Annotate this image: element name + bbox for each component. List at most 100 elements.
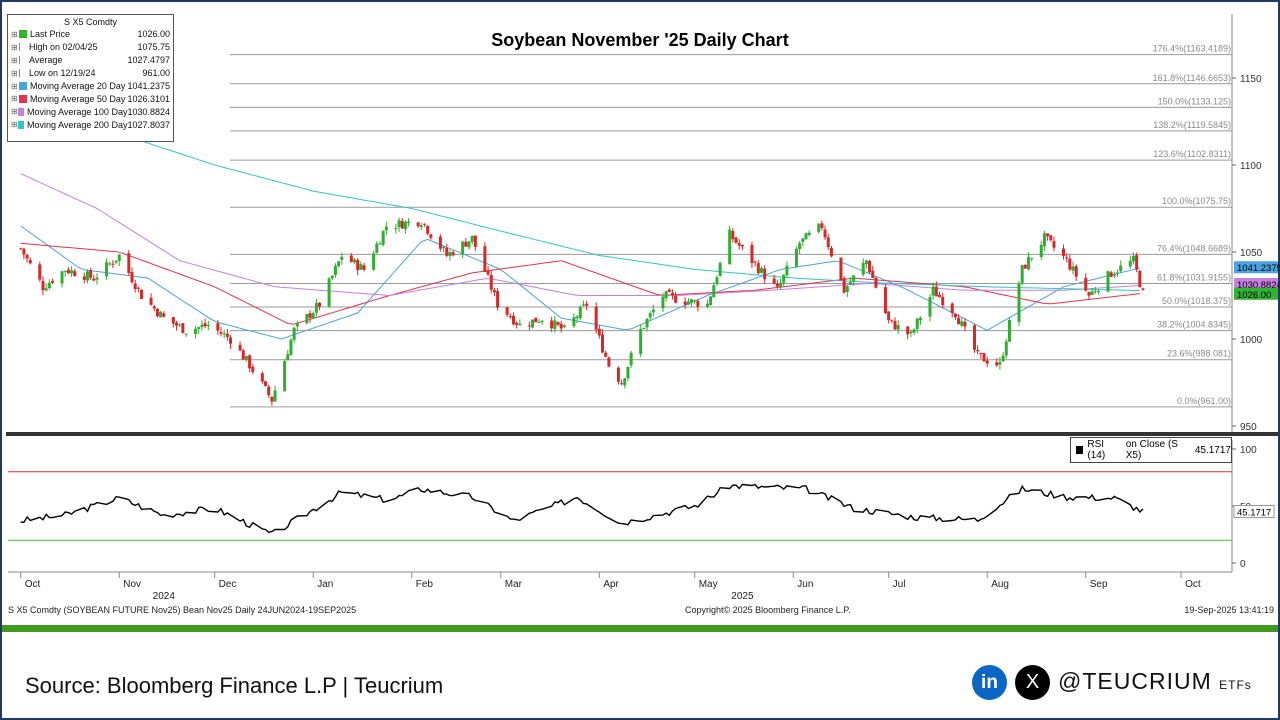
candle-body [473, 235, 477, 247]
candle-body [1071, 266, 1075, 271]
candle-body [92, 278, 96, 281]
fib-label: 76.4%(1048.6689) [1157, 243, 1231, 253]
candle-body [70, 270, 74, 274]
candle-body [607, 357, 611, 367]
month-label: Feb [416, 579, 434, 590]
candle-body [171, 317, 175, 324]
candle-body [985, 360, 989, 364]
fib-label: 100.0%(1075.75) [1162, 196, 1231, 206]
candle-body [438, 236, 442, 249]
legend-row[interactable]: ⊞ High on 02/04/25 1075.75 [11, 41, 170, 54]
candle-body [756, 263, 760, 274]
expand-icon[interactable]: ⊞ [11, 43, 19, 52]
price-tags: 1041.23751030.88241026.00 [1234, 261, 1280, 301]
candle-body [982, 353, 986, 362]
legend-value: 1026.00 [137, 29, 170, 40]
legend-row[interactable]: ⊞ Moving Average 50 Day 1026.3101 [11, 92, 170, 105]
candle-body [931, 286, 935, 296]
candle-body [807, 232, 811, 236]
candle-body [556, 322, 560, 325]
teucrium-handle[interactable]: @TEUCRIUM ETFs [1058, 668, 1252, 695]
expand-icon[interactable]: ⊞ [11, 69, 19, 78]
candle-body [1017, 283, 1021, 322]
expand-icon[interactable]: ⊞ [11, 82, 19, 91]
linkedin-icon[interactable]: in [972, 665, 1007, 700]
fib-label: 38.2%(1004.8345) [1157, 320, 1231, 330]
expand-icon[interactable]: ⊞ [11, 30, 19, 39]
candle-body [181, 323, 185, 333]
month-label: Oct [1185, 579, 1201, 590]
expand-icon[interactable]: ⊞ [11, 107, 18, 116]
candle-body [839, 257, 843, 280]
candle-body [683, 301, 687, 305]
legend-row[interactable]: ⊞ Moving Average 20 Day 1041.2375 [11, 80, 170, 93]
legend-row[interactable]: ⊞ Low on 12/19/24 961.00 [11, 67, 170, 80]
candle-body [273, 390, 277, 402]
candle-body [779, 282, 783, 288]
candle-body [108, 263, 112, 265]
candle-body [194, 328, 198, 335]
candle-body [264, 381, 268, 386]
candle-body [1128, 260, 1132, 267]
candle-body [868, 260, 872, 273]
green-divider [2, 625, 1278, 632]
candle-body [963, 321, 967, 327]
candle-body [594, 306, 598, 330]
candle-body [89, 270, 93, 278]
price-tick-label: 1150 [1240, 74, 1262, 85]
candle-body [149, 297, 153, 305]
candle-body [136, 287, 140, 289]
candle-body [1074, 266, 1078, 277]
legend-swatch [17, 120, 25, 129]
rsi-label: RSI (14) [1087, 439, 1106, 461]
candle-body [314, 303, 318, 313]
candle-body [753, 261, 757, 263]
candle-body [572, 317, 576, 327]
candle-body [896, 325, 900, 330]
legend-value: 961.00 [142, 68, 170, 79]
candle-body [155, 308, 159, 317]
candle-body [597, 328, 601, 336]
expand-icon[interactable]: ⊞ [11, 56, 19, 65]
candle-body [200, 324, 204, 328]
expand-icon[interactable]: ⊞ [11, 120, 18, 129]
candle-body [400, 221, 404, 229]
candle-body [337, 261, 341, 267]
candle-body [928, 296, 932, 317]
candle-body [117, 254, 121, 261]
price-tick-label: 1000 [1240, 335, 1263, 346]
candle-body [531, 319, 535, 328]
candle-body [225, 333, 229, 337]
pane-separator [6, 432, 1278, 436]
month-label: Mar [505, 579, 523, 590]
candle-body [260, 373, 264, 382]
legend-row[interactable]: ⊞ Last Price 1026.00 [11, 28, 170, 41]
candle-body [890, 319, 894, 321]
candle-body [464, 241, 468, 247]
candle-body [330, 275, 334, 279]
candle-body [585, 303, 589, 306]
candle-body [496, 291, 500, 308]
candle-body [238, 344, 242, 351]
month-label: Jan [317, 579, 333, 590]
legend-row[interactable]: ⊞ Moving Average 200 Day 1027.8037 [11, 118, 170, 131]
legend-row[interactable]: ⊞ Average 1027.4797 [11, 54, 170, 67]
x-icon[interactable]: X [1015, 665, 1050, 700]
candle-body [1039, 244, 1043, 258]
candle-body [874, 277, 878, 288]
rsi-label-box[interactable]: RSI (14) on Close (S X5) 45.1717 [1070, 437, 1232, 463]
legend-row[interactable]: ⊞ Moving Average 100 Day 1030.8824 [11, 105, 170, 118]
candle-body [782, 274, 786, 283]
legend-label: Moving Average 20 Day [30, 81, 126, 91]
fib-label: 0.0%(961.00) [1177, 396, 1231, 406]
candle-body [381, 230, 385, 245]
chart-title: Soybean November '25 Daily Chart [491, 30, 789, 50]
candle-body [222, 333, 226, 335]
candle-body [601, 334, 605, 353]
legend-swatch [19, 30, 27, 39]
price-tick-label: 1100 [1240, 161, 1262, 172]
legend-box[interactable]: S X5 Comdty ⊞ Last Price 1026.00 ⊞ High on 0… [7, 14, 174, 142]
legend-title: S X5 Comdty [63, 17, 118, 27]
candle-body [28, 259, 32, 264]
expand-icon[interactable]: ⊞ [11, 94, 19, 103]
